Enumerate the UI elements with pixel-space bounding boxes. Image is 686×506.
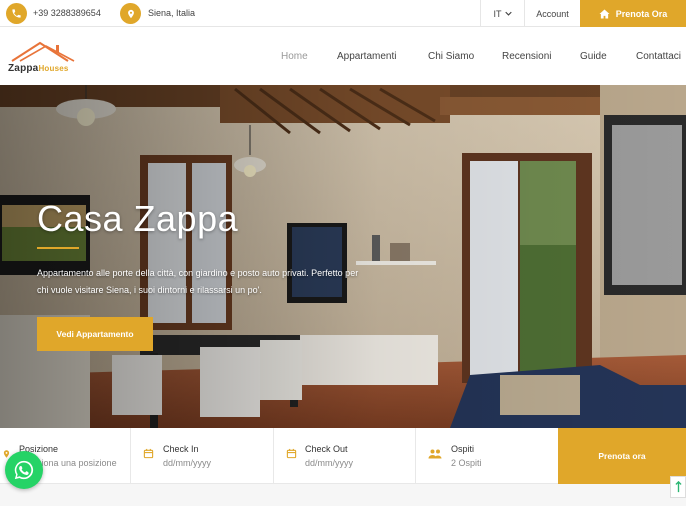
- whatsapp-chat-button[interactable]: [5, 451, 43, 489]
- checkout-placeholder: dd/mm/yyyy: [305, 458, 354, 468]
- page-bottom-strip: [0, 484, 686, 506]
- phone-number[interactable]: +39 3288389654: [33, 8, 101, 18]
- chevron-down-icon: [504, 11, 512, 16]
- booking-form: Posizione Seleziona una posizione Check …: [0, 428, 686, 484]
- book-now-top-label: Prenota Ora: [615, 8, 668, 19]
- language-code: IT: [493, 8, 502, 19]
- hero-title-underline: [37, 247, 79, 249]
- checkin-label: Check In: [163, 444, 199, 454]
- guests-icon: [428, 449, 442, 459]
- nav-chi-siamo[interactable]: Chi Siamo: [428, 51, 474, 62]
- logo-wordmark: ZappaHouses: [8, 63, 69, 74]
- location-pin-icon: [120, 3, 141, 24]
- calendar-icon: [143, 448, 154, 459]
- hero-background-image: [0, 85, 686, 428]
- main-header: ZappaHouses Home Appartamenti Chi Siamo …: [0, 27, 686, 85]
- guests-field[interactable]: Ospiti 2 Ospiti: [416, 428, 558, 484]
- nav-contattaci[interactable]: Contattaci: [636, 51, 681, 62]
- view-apartment-button[interactable]: Vedi Appartamento: [37, 317, 153, 351]
- nav-appartamenti[interactable]: Appartamenti: [337, 51, 396, 62]
- nav-home[interactable]: Home: [281, 51, 308, 62]
- scroll-to-top-button[interactable]: [670, 476, 686, 498]
- logo-brand-part2: Houses: [38, 64, 69, 73]
- checkin-placeholder: dd/mm/yyyy: [163, 458, 212, 468]
- home-icon: [599, 8, 610, 19]
- calendar-icon: [286, 448, 297, 459]
- site-logo[interactable]: ZappaHouses: [6, 37, 82, 77]
- top-bar: +39 3288389654 Siena, Italia IT Account …: [0, 0, 686, 27]
- phone-icon: [6, 3, 27, 24]
- guests-value: 2 Ospiti: [451, 458, 482, 468]
- nav-guide[interactable]: Guide: [580, 51, 607, 62]
- whatsapp-icon: [14, 460, 34, 480]
- book-now-top-button[interactable]: Prenota Ora: [580, 0, 686, 27]
- logo-brand-part1: Zappa: [8, 63, 39, 74]
- location-text: Siena, Italia: [148, 8, 196, 18]
- book-now-submit-button[interactable]: Prenota ora: [558, 428, 686, 484]
- language-selector[interactable]: IT: [480, 0, 524, 27]
- nav-recensioni[interactable]: Recensioni: [502, 51, 551, 62]
- guests-label: Ospiti: [451, 444, 475, 454]
- checkout-field[interactable]: Check Out dd/mm/yyyy: [274, 428, 416, 484]
- hero-title: Casa Zappa: [37, 198, 239, 239]
- hero-section: Casa Zappa Appartamento alle porte della…: [0, 85, 686, 428]
- checkout-label: Check Out: [305, 444, 348, 454]
- account-link[interactable]: Account: [524, 0, 580, 27]
- arrow-up-icon: [674, 481, 682, 493]
- hero-description: Appartamento alle porte della città, con…: [37, 268, 359, 295]
- checkin-field[interactable]: Check In dd/mm/yyyy: [131, 428, 274, 484]
